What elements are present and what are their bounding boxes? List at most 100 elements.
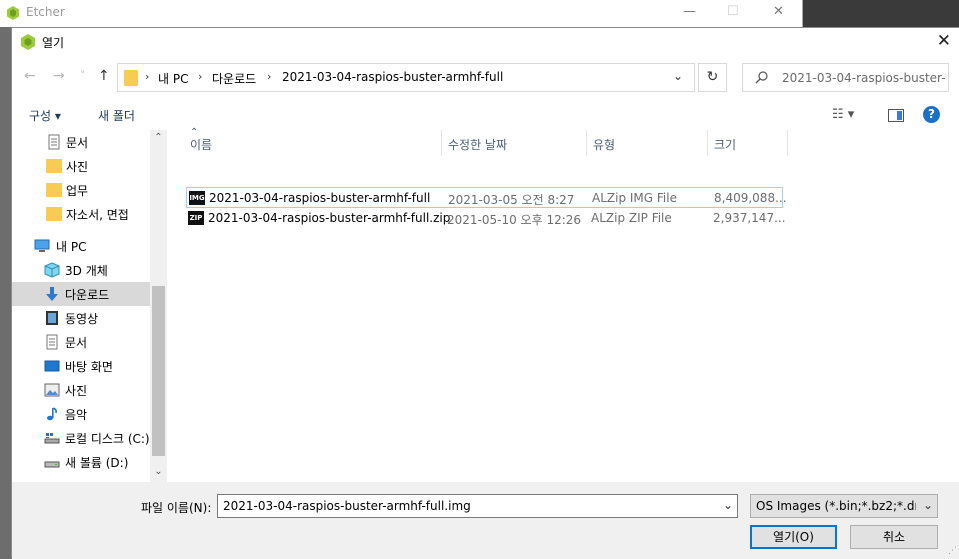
sidebar-item-desktop[interactable]: 바탕 화면 [12, 354, 150, 378]
folder-icon [46, 183, 62, 197]
desktop-background [803, 0, 959, 27]
column-header-label: 수정한 날짜 [448, 138, 508, 152]
sort-ascending-icon: ⌃ [190, 127, 199, 138]
scroll-down-icon[interactable]: ⌄ [150, 466, 167, 477]
zip-file-icon: ZIP [188, 211, 204, 225]
sidebar-item-label: 바탕 화면 [65, 360, 113, 374]
new-folder-button[interactable]: 새 폴더 [98, 107, 135, 124]
file-type: ALZip ZIP File [591, 211, 672, 225]
chevron-down-icon[interactable]: ⌄ [723, 498, 733, 512]
drive-icon [44, 461, 60, 468]
sidebar-item-pictures[interactable]: 사진 [12, 378, 150, 402]
help-icon[interactable]: ? [923, 106, 940, 123]
folder-icon [124, 70, 138, 86]
breadcrumb-separator: › [145, 70, 150, 83]
img-file-icon: IMG [189, 191, 205, 205]
file-name: 2021-03-04-raspios-buster-armhf-full.zip [208, 211, 451, 225]
back-arrow-icon[interactable]: ← [24, 68, 36, 84]
scroll-up-icon[interactable]: ⌃ [150, 132, 167, 143]
search-box[interactable]: 2021-03-04-raspios-buster-... [742, 63, 949, 92]
sidebar-item-videos[interactable]: 동영상 [12, 306, 150, 330]
sidebar-item-label: 문서 [66, 136, 89, 150]
etcher-title: Etcher [26, 5, 65, 19]
column-header-type[interactable]: 유형 [587, 130, 708, 156]
chevron-down-icon[interactable]: ⌄ [923, 498, 933, 512]
document-icon [46, 334, 58, 350]
file-name: 2021-03-04-raspios-buster-armhf-full.i..… [209, 191, 431, 205]
breadcrumb-separator: › [198, 70, 203, 83]
breadcrumb-my-pc[interactable]: 내 PC [158, 70, 188, 87]
resize-grip-icon[interactable]: ⋰ [948, 546, 957, 556]
organize-menu-button[interactable]: 구성 ▾ [29, 107, 61, 124]
up-arrow-icon[interactable]: ↑ [98, 68, 110, 84]
dialog-footer: 파일 이름(N): 2021-03-04-raspios-buster-armh… [12, 482, 959, 559]
refresh-button[interactable]: ↻ [698, 63, 727, 92]
etcher-minimize-button[interactable]: — [683, 4, 696, 19]
recent-locations-icon[interactable]: ˅ [80, 69, 86, 82]
navigation-scrollbar[interactable]: ⌃ ⌄ [150, 130, 167, 482]
open-file-dialog: 열기 ✕ ← → ˅ ↑ › 내 PC › 다운로드 › 2021-03-04-… [11, 27, 959, 559]
etcher-logo-icon [7, 6, 19, 20]
cube-icon [44, 262, 60, 278]
sidebar-item-3d-objects[interactable]: 3D 개체 [12, 258, 150, 282]
sidebar-item-photos-folder[interactable]: 사진 [12, 154, 150, 178]
refresh-icon: ↻ [706, 69, 719, 85]
sidebar-item-downloads[interactable]: 다운로드 [12, 282, 150, 306]
sidebar-item-label: 자소서, 면접 [66, 208, 129, 222]
sidebar-item-documents[interactable]: 문서 [12, 130, 150, 154]
file-date: 2021-05-10 오후 12:26 [447, 213, 582, 227]
sidebar-item-label: 업무 [66, 184, 89, 198]
etcher-maximize-button[interactable]: ☐ [727, 4, 739, 19]
file-size: 8,409,088... [714, 191, 787, 205]
sidebar-item-my-pc[interactable]: 내 PC [12, 234, 150, 258]
etcher-app-icon [21, 34, 35, 50]
computer-icon [34, 239, 50, 252]
close-icon[interactable]: ✕ [937, 31, 951, 51]
desktop-icon [44, 360, 60, 372]
sidebar-item-label: 음악 [65, 408, 88, 422]
breadcrumb-downloads[interactable]: 다운로드 [212, 70, 256, 87]
breadcrumb-current-folder[interactable]: 2021-03-04-raspios-buster-armhf-full [282, 70, 503, 84]
sidebar-item-new-volume-d[interactable]: 새 볼륨 (D:) [12, 450, 150, 474]
column-header-date[interactable]: 수정한 날짜 [442, 130, 587, 156]
column-header-size[interactable]: 크기 [708, 130, 788, 156]
preview-pane-icon[interactable] [888, 109, 904, 122]
sidebar-item-documents-2[interactable]: 문서 [12, 330, 150, 354]
change-view-button[interactable]: ☷ ▾ [832, 107, 854, 122]
sidebar-item-label: 사진 [66, 160, 89, 174]
file-row[interactable]: ZIP 2021-03-04-raspios-buster-armhf-full… [186, 208, 786, 229]
file-type-filter-value: OS Images (*.bin;*.bz2;*.dmg;* [756, 499, 916, 513]
cancel-button[interactable]: 취소 [850, 525, 938, 549]
forward-arrow-icon[interactable]: → [53, 68, 65, 84]
dialog-title-bar: 열기 ✕ [12, 28, 959, 56]
file-type: ALZip IMG File [592, 191, 677, 205]
sidebar-item-work-folder[interactable]: 업무 [12, 178, 150, 202]
etcher-close-button[interactable]: ✕ [773, 4, 784, 19]
scrollbar-thumb[interactable] [152, 286, 165, 456]
sidebar-item-label: 동영상 [65, 312, 99, 326]
file-row[interactable]: IMG 2021-03-04-raspios-buster-armhf-full… [186, 187, 787, 208]
address-dropdown-icon[interactable]: ⌄ [673, 69, 683, 83]
open-button[interactable]: 열기(O) [750, 525, 837, 549]
folder-icon [46, 207, 62, 221]
sidebar-item-local-disk-c[interactable]: 로컬 디스크 (C:) [12, 426, 150, 450]
column-header-name[interactable]: 이름 ⌃ [184, 127, 442, 156]
document-icon [48, 134, 60, 150]
toolbar: 구성 ▾ 새 폴더 ☷ ▾ ? [12, 102, 959, 128]
sidebar-item-resume-folder[interactable]: 자소서, 면접 [12, 202, 150, 226]
address-bar[interactable]: › 내 PC › 다운로드 › 2021-03-04-raspios-buste… [117, 63, 695, 92]
disk-icon [44, 433, 60, 444]
dialog-title: 열기 [42, 36, 65, 50]
etcher-title-bar: Etcher — ☐ ✕ [0, 0, 803, 27]
sidebar-item-label: 새 볼륨 (D:) [65, 456, 129, 470]
download-icon [46, 287, 58, 301]
search-icon [755, 71, 768, 84]
breadcrumb-separator: › [267, 70, 272, 83]
folder-icon [46, 159, 62, 173]
sidebar-item-music[interactable]: 음악 [12, 402, 150, 426]
file-type-filter-select[interactable]: OS Images (*.bin;*.bz2;*.dmg;* ⌄ [750, 494, 938, 518]
sidebar-item-label: 로컬 디스크 (C:) [65, 432, 150, 446]
file-list: 이름 ⌃ 수정한 날짜 유형 크기 IMG 2021-03-04-raspios… [172, 127, 959, 482]
file-date: 2021-03-05 오전 8:27 [448, 193, 575, 207]
filename-input[interactable]: 2021-03-04-raspios-buster-armhf-full.img… [217, 494, 738, 518]
